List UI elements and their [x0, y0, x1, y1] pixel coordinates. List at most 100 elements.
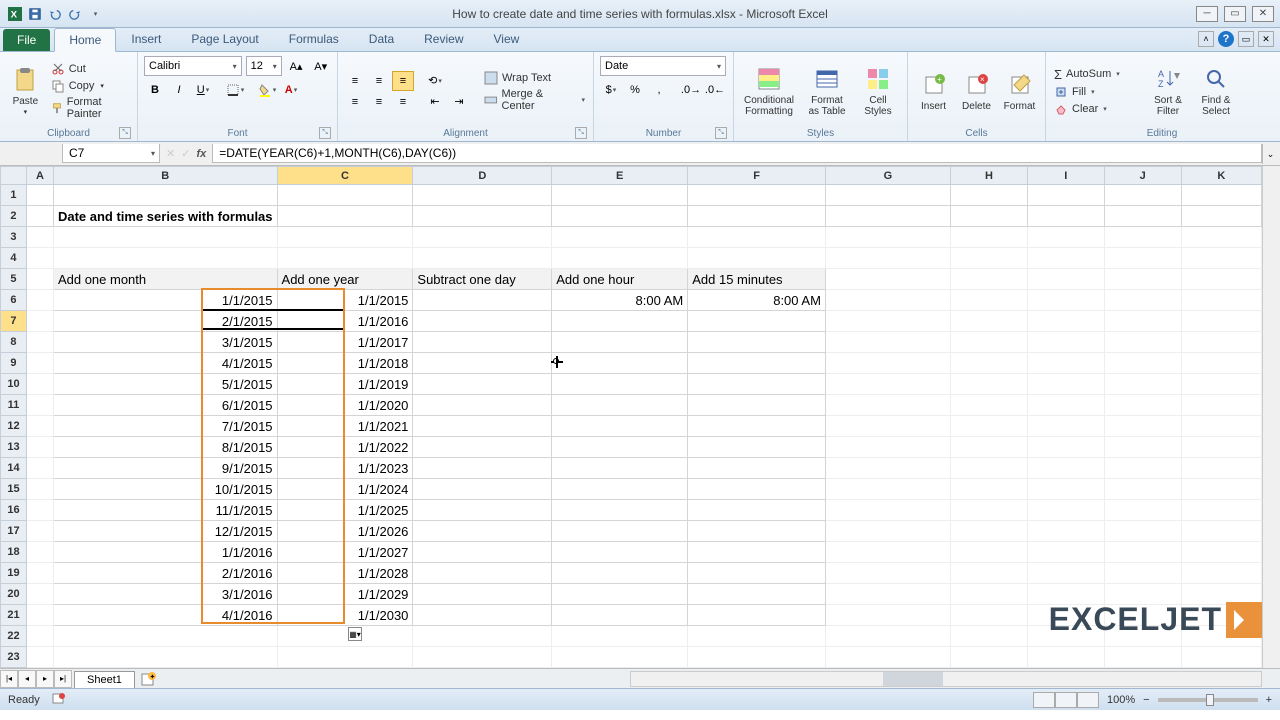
cell-A11[interactable] — [26, 395, 53, 416]
row-header-3[interactable]: 3 — [1, 227, 27, 248]
cell-K12[interactable] — [1181, 416, 1261, 437]
cell-G22[interactable] — [825, 626, 950, 647]
cell-A13[interactable] — [26, 437, 53, 458]
increase-indent-icon[interactable]: ⇥ — [448, 92, 470, 112]
number-format-combo[interactable]: Date — [600, 56, 726, 76]
cell-I6[interactable] — [1027, 290, 1104, 311]
cell-A17[interactable] — [26, 521, 53, 542]
cell-A18[interactable] — [26, 542, 53, 563]
last-sheet-button[interactable]: ▸| — [54, 670, 72, 688]
cell-E9[interactable] — [552, 353, 688, 374]
cell-B2[interactable]: Date and time series with formulas — [53, 206, 277, 227]
cell-G9[interactable] — [825, 353, 950, 374]
cell-D17[interactable] — [413, 521, 552, 542]
cell-A20[interactable] — [26, 584, 53, 605]
cell-K13[interactable] — [1181, 437, 1261, 458]
normal-view-button[interactable] — [1033, 692, 1055, 708]
cell-C4[interactable] — [277, 248, 413, 269]
cell-I2[interactable] — [1027, 206, 1104, 227]
cell-G11[interactable] — [825, 395, 950, 416]
tab-insert[interactable]: Insert — [116, 27, 176, 51]
cell-B8[interactable]: 3/1/2015 — [53, 332, 277, 353]
col-header-D[interactable]: D — [413, 167, 552, 185]
cell-G10[interactable] — [825, 374, 950, 395]
cell-B15[interactable]: 10/1/2015 — [53, 479, 277, 500]
cell-J2[interactable] — [1104, 206, 1181, 227]
cell-H11[interactable] — [950, 395, 1027, 416]
name-box[interactable]: C7 — [62, 144, 160, 163]
cell-B16[interactable]: 11/1/2015 — [53, 500, 277, 521]
cell-H22[interactable] — [950, 626, 1027, 647]
zoom-level[interactable]: 100% — [1107, 694, 1135, 706]
fill-color-button[interactable] — [256, 80, 278, 100]
cell-C2[interactable] — [277, 206, 413, 227]
cell-C6[interactable]: 1/1/2015 — [277, 290, 413, 311]
row-header-8[interactable]: 8 — [1, 332, 27, 353]
decrease-indent-icon[interactable]: ⇤ — [424, 92, 446, 112]
cell-H21[interactable] — [950, 605, 1027, 626]
cell-F8[interactable] — [688, 332, 826, 353]
cell-D9[interactable] — [413, 353, 552, 374]
cell-B19[interactable]: 2/1/2016 — [53, 563, 277, 584]
cell-I9[interactable] — [1027, 353, 1104, 374]
zoom-in-button[interactable]: + — [1266, 694, 1272, 706]
cell-K9[interactable] — [1181, 353, 1261, 374]
cell-I15[interactable] — [1027, 479, 1104, 500]
cell-A19[interactable] — [26, 563, 53, 584]
cell-C11[interactable]: 1/1/2020 — [277, 395, 413, 416]
cell-G12[interactable] — [825, 416, 950, 437]
cell-H17[interactable] — [950, 521, 1027, 542]
cell-B10[interactable]: 5/1/2015 — [53, 374, 277, 395]
cell-C15[interactable]: 1/1/2024 — [277, 479, 413, 500]
zoom-out-button[interactable]: − — [1143, 694, 1149, 706]
cell-G3[interactable] — [825, 227, 950, 248]
alignment-launcher-icon[interactable]: ⤡ — [575, 127, 587, 139]
align-top-icon[interactable]: ≡ — [344, 71, 366, 91]
paste-button[interactable]: Paste▾ — [6, 56, 45, 126]
cell-K1[interactable] — [1181, 185, 1261, 206]
page-layout-view-button[interactable] — [1055, 692, 1077, 708]
cell-J13[interactable] — [1104, 437, 1181, 458]
cell-C10[interactable]: 1/1/2019 — [277, 374, 413, 395]
font-color-button[interactable]: A — [280, 80, 302, 100]
percent-format-icon[interactable]: % — [624, 80, 646, 100]
cell-A15[interactable] — [26, 479, 53, 500]
cell-B11[interactable]: 6/1/2015 — [53, 395, 277, 416]
cell-C19[interactable]: 1/1/2028 — [277, 563, 413, 584]
row-header-18[interactable]: 18 — [1, 542, 27, 563]
cell-D2[interactable] — [413, 206, 552, 227]
cell-K19[interactable] — [1181, 563, 1261, 584]
cell-H23[interactable] — [950, 647, 1027, 668]
cell-K3[interactable] — [1181, 227, 1261, 248]
help-icon[interactable]: ? — [1218, 31, 1234, 47]
cell-H10[interactable] — [950, 374, 1027, 395]
expand-formula-bar-icon[interactable]: ⌄ — [1262, 144, 1278, 164]
cell-I8[interactable] — [1027, 332, 1104, 353]
tab-formulas[interactable]: Formulas — [274, 27, 354, 51]
cell-G6[interactable] — [825, 290, 950, 311]
cell-C14[interactable]: 1/1/2023 — [277, 458, 413, 479]
orientation-icon[interactable]: ⟲ — [424, 71, 446, 91]
row-header-23[interactable]: 23 — [1, 647, 27, 668]
prev-sheet-button[interactable]: ◂ — [18, 670, 36, 688]
tab-home[interactable]: Home — [54, 28, 116, 52]
col-header-B[interactable]: B — [53, 167, 277, 185]
cell-A22[interactable] — [26, 626, 53, 647]
row-header-12[interactable]: 12 — [1, 416, 27, 437]
cell-E11[interactable] — [552, 395, 688, 416]
cell-K23[interactable] — [1181, 647, 1261, 668]
tab-review[interactable]: Review — [409, 27, 478, 51]
cell-D6[interactable] — [413, 290, 552, 311]
tab-view[interactable]: View — [479, 27, 535, 51]
cell-E7[interactable] — [552, 311, 688, 332]
cell-F21[interactable] — [688, 605, 826, 626]
redo-icon[interactable] — [66, 5, 84, 23]
cell-A7[interactable] — [26, 311, 53, 332]
cell-B20[interactable]: 3/1/2016 — [53, 584, 277, 605]
qat-customize-icon[interactable] — [86, 5, 104, 23]
cell-F10[interactable] — [688, 374, 826, 395]
cell-B18[interactable]: 1/1/2016 — [53, 542, 277, 563]
cell-H14[interactable] — [950, 458, 1027, 479]
cell-E21[interactable] — [552, 605, 688, 626]
increase-font-icon[interactable]: A▴ — [286, 56, 307, 76]
